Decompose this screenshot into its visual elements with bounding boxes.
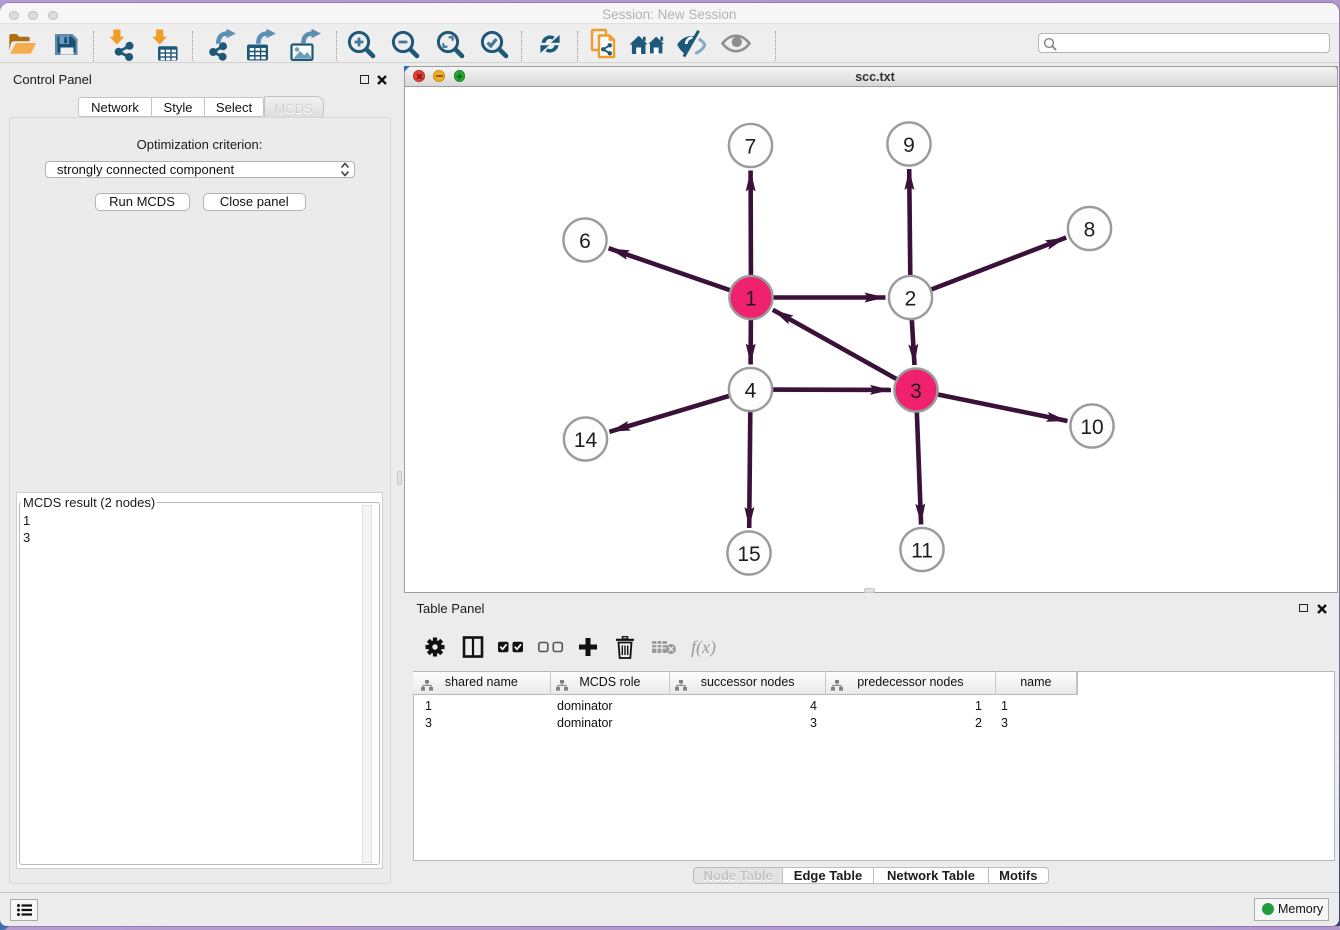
svg-text:4: 4 — [744, 380, 756, 403]
svg-text:15: 15 — [737, 543, 760, 566]
svg-text:9: 9 — [903, 134, 915, 157]
svg-text:11: 11 — [911, 540, 933, 563]
svg-text:8: 8 — [1083, 219, 1095, 242]
svg-text:6: 6 — [579, 230, 591, 253]
svg-text:1: 1 — [745, 288, 757, 311]
svg-text:10: 10 — [1080, 416, 1103, 439]
svg-text:2: 2 — [904, 288, 916, 311]
svg-text:14: 14 — [573, 429, 597, 452]
svg-text:3: 3 — [910, 380, 922, 403]
svg-text:7: 7 — [744, 136, 756, 159]
